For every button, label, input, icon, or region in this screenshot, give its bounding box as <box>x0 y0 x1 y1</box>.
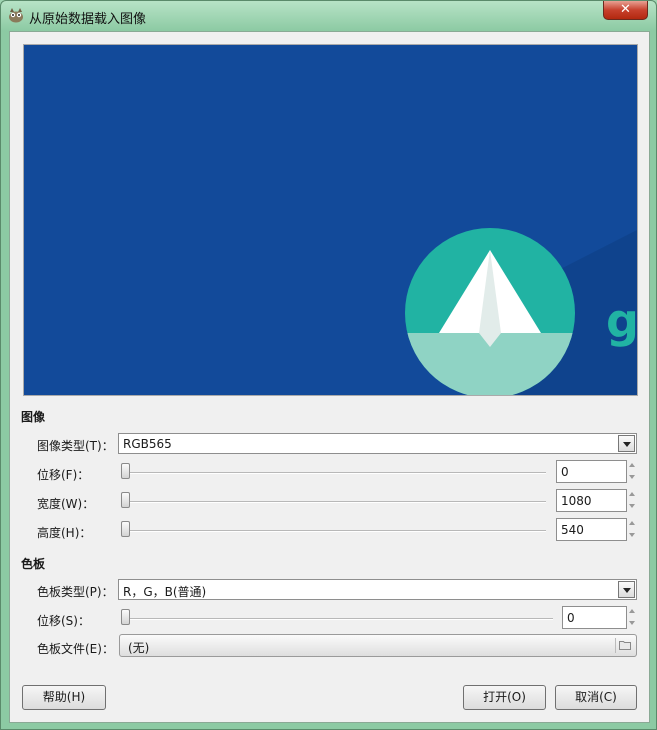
spin-up-icon[interactable] <box>627 489 637 500</box>
open-button[interactable]: 打开(O) <box>463 685 546 710</box>
image-type-combo[interactable]: RGB565 <box>118 433 637 454</box>
spin-down-icon[interactable] <box>627 618 637 629</box>
offset-label: 位移(F)： <box>37 468 90 482</box>
height-spin-input[interactable]: 540 <box>556 518 627 541</box>
width-slider-track[interactable] <box>121 501 546 503</box>
close-button[interactable]: ✕ <box>603 1 648 20</box>
spin-up-icon[interactable] <box>627 460 637 471</box>
offset-spin-buttons[interactable] <box>627 460 637 483</box>
width-value: 1080 <box>561 494 592 508</box>
palette-offset-slider-handle[interactable] <box>121 609 130 625</box>
width-spin-buttons[interactable] <box>627 489 637 512</box>
help-button[interactable]: 帮助(H) <box>22 685 106 710</box>
image-preview: g <box>23 44 638 396</box>
image-type-label: 图像类型(T)： <box>37 439 114 453</box>
spin-down-icon[interactable] <box>627 472 637 483</box>
folder-icon[interactable] <box>619 640 631 650</box>
width-spin-input[interactable]: 1080 <box>556 489 627 512</box>
image-type-value: RGB565 <box>123 437 172 451</box>
image-section-label: 图像 <box>21 410 46 424</box>
spin-up-icon[interactable] <box>627 518 637 529</box>
width-label: 宽度(W)： <box>37 497 95 511</box>
file-chooser-divider <box>615 638 616 653</box>
palette-offset-value: 0 <box>567 611 575 625</box>
offset-value: 0 <box>561 465 569 479</box>
palette-offset-label: 位移(S)： <box>37 614 90 628</box>
window-title: 从原始数据载入图像 <box>29 12 147 27</box>
height-spin-buttons[interactable] <box>627 518 637 541</box>
spin-up-icon[interactable] <box>627 606 637 617</box>
palette-type-combo[interactable]: R，G，B(普通) <box>118 579 637 600</box>
height-label: 高度(H)： <box>37 526 92 540</box>
spin-down-icon[interactable] <box>627 501 637 512</box>
palette-file-chooser[interactable]: (无) <box>119 634 637 657</box>
chevron-down-icon[interactable] <box>618 581 635 598</box>
preview-canvas: g <box>24 45 637 395</box>
preview-glyph: g <box>606 294 637 348</box>
height-slider-handle[interactable] <box>121 521 130 537</box>
palette-file-value: (无) <box>128 641 150 655</box>
close-icon: ✕ <box>620 2 631 17</box>
title-bar[interactable]: 从原始数据载入图像 ✕ <box>1 1 656 31</box>
height-value: 540 <box>561 523 584 537</box>
width-slider-handle[interactable] <box>121 492 130 508</box>
palette-offset-spin-buttons[interactable] <box>627 606 637 629</box>
chevron-down-icon[interactable] <box>618 435 635 452</box>
palette-file-label: 色板文件(E)： <box>37 642 114 656</box>
dialog-window: 从原始数据载入图像 ✕ g 图像 图像类型(T)： RGB565 位移(F)： <box>0 0 657 730</box>
gimp-icon <box>9 8 23 23</box>
spin-down-icon[interactable] <box>627 530 637 541</box>
height-slider-track[interactable] <box>121 530 546 532</box>
palette-type-label: 色板类型(P)： <box>37 585 114 599</box>
palette-type-value: R，G，B(普通) <box>123 585 207 599</box>
cancel-button[interactable]: 取消(C) <box>555 685 637 710</box>
palette-offset-slider-track[interactable] <box>121 618 553 620</box>
palette-offset-spin-input[interactable]: 0 <box>562 606 627 629</box>
offset-slider-handle[interactable] <box>121 463 130 479</box>
offset-slider-track[interactable] <box>121 472 546 474</box>
dialog-body: g 图像 图像类型(T)： RGB565 位移(F)： 0 宽度(W)： 108… <box>9 31 650 723</box>
offset-spin-input[interactable]: 0 <box>556 460 627 483</box>
palette-section-label: 色板 <box>21 557 46 571</box>
